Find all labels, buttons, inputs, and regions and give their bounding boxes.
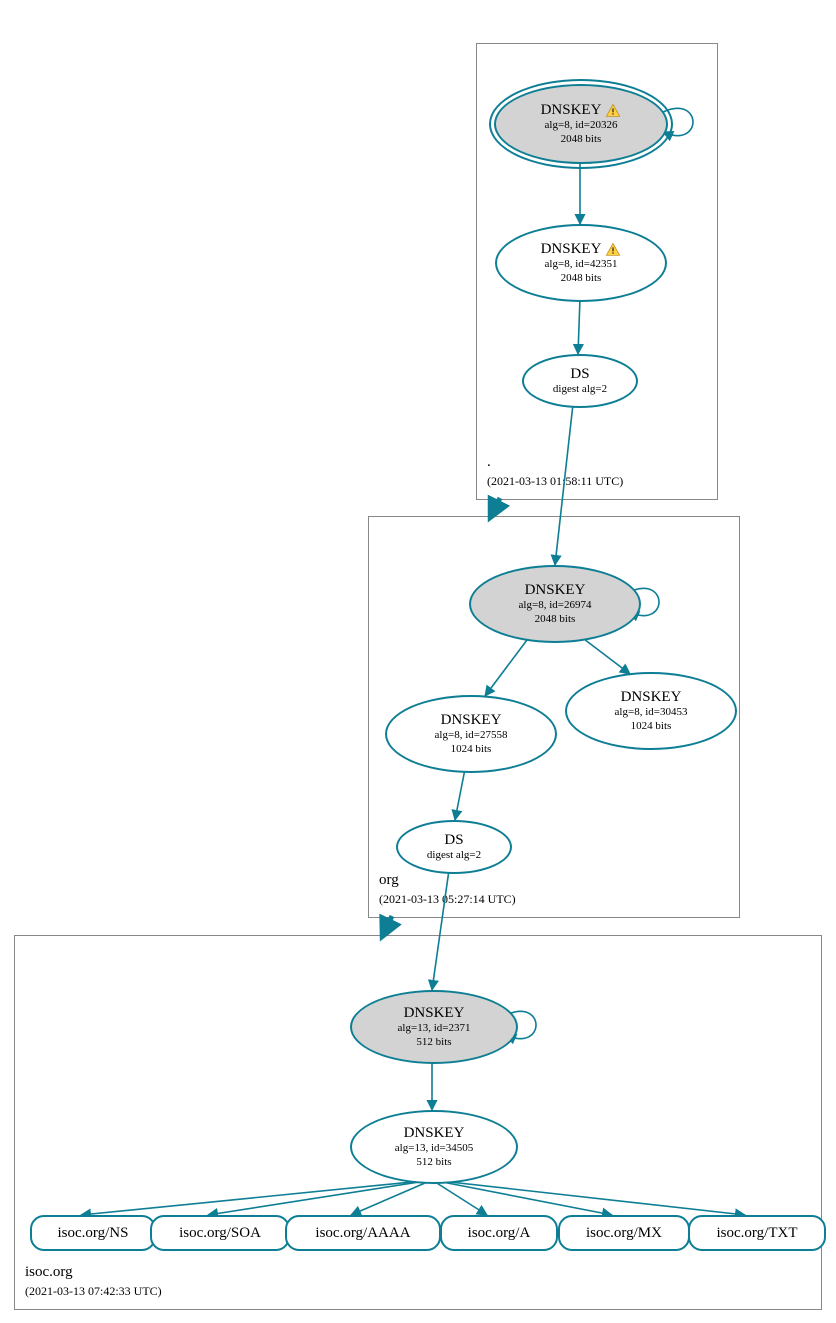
node-title: DNSKEY bbox=[541, 241, 622, 258]
zone-root-label: . bbox=[487, 454, 491, 471]
zone-org-timestamp: (2021-03-13 05:27:14 UTC) bbox=[379, 892, 516, 907]
node-title: DNSKEY bbox=[541, 102, 622, 119]
root-ds[interactable]: DS digest alg=2 bbox=[522, 354, 638, 408]
record-isoc-org-aaaa[interactable]: isoc.org/AAAA bbox=[285, 1215, 441, 1251]
org-zsk1-dnskey[interactable]: DNSKEY alg=8, id=27558 1024 bits bbox=[385, 695, 557, 773]
record-isoc-org-txt[interactable]: isoc.org/TXT bbox=[688, 1215, 826, 1251]
zone-isoc-label: isoc.org bbox=[25, 1264, 73, 1281]
warning-icon bbox=[605, 103, 621, 119]
org-zsk2-dnskey[interactable]: DNSKEY alg=8, id=30453 1024 bits bbox=[565, 672, 737, 750]
record-isoc-org-ns[interactable]: isoc.org/NS bbox=[30, 1215, 156, 1251]
zone-isoc-timestamp: (2021-03-13 07:42:33 UTC) bbox=[25, 1284, 162, 1299]
root-ksk-dnskey[interactable]: DNSKEY alg=8, id=20326 2048 bits bbox=[494, 84, 668, 164]
record-isoc-org-a[interactable]: isoc.org/A bbox=[440, 1215, 558, 1251]
record-isoc-org-mx[interactable]: isoc.org/MX bbox=[558, 1215, 690, 1251]
warning-icon bbox=[605, 242, 621, 258]
org-ds[interactable]: DS digest alg=2 bbox=[396, 820, 512, 874]
record-isoc-org-soa[interactable]: isoc.org/SOA bbox=[150, 1215, 290, 1251]
zone-root-timestamp: (2021-03-13 01:58:11 UTC) bbox=[487, 474, 623, 489]
zone-org-label: org bbox=[379, 872, 399, 889]
root-zsk-dnskey[interactable]: DNSKEY alg=8, id=42351 2048 bits bbox=[495, 224, 667, 302]
isoc-ksk-dnskey[interactable]: DNSKEY alg=13, id=2371 512 bits bbox=[350, 990, 518, 1064]
org-ksk-dnskey[interactable]: DNSKEY alg=8, id=26974 2048 bits bbox=[469, 565, 641, 643]
isoc-zsk-dnskey[interactable]: DNSKEY alg=13, id=34505 512 bits bbox=[350, 1110, 518, 1184]
